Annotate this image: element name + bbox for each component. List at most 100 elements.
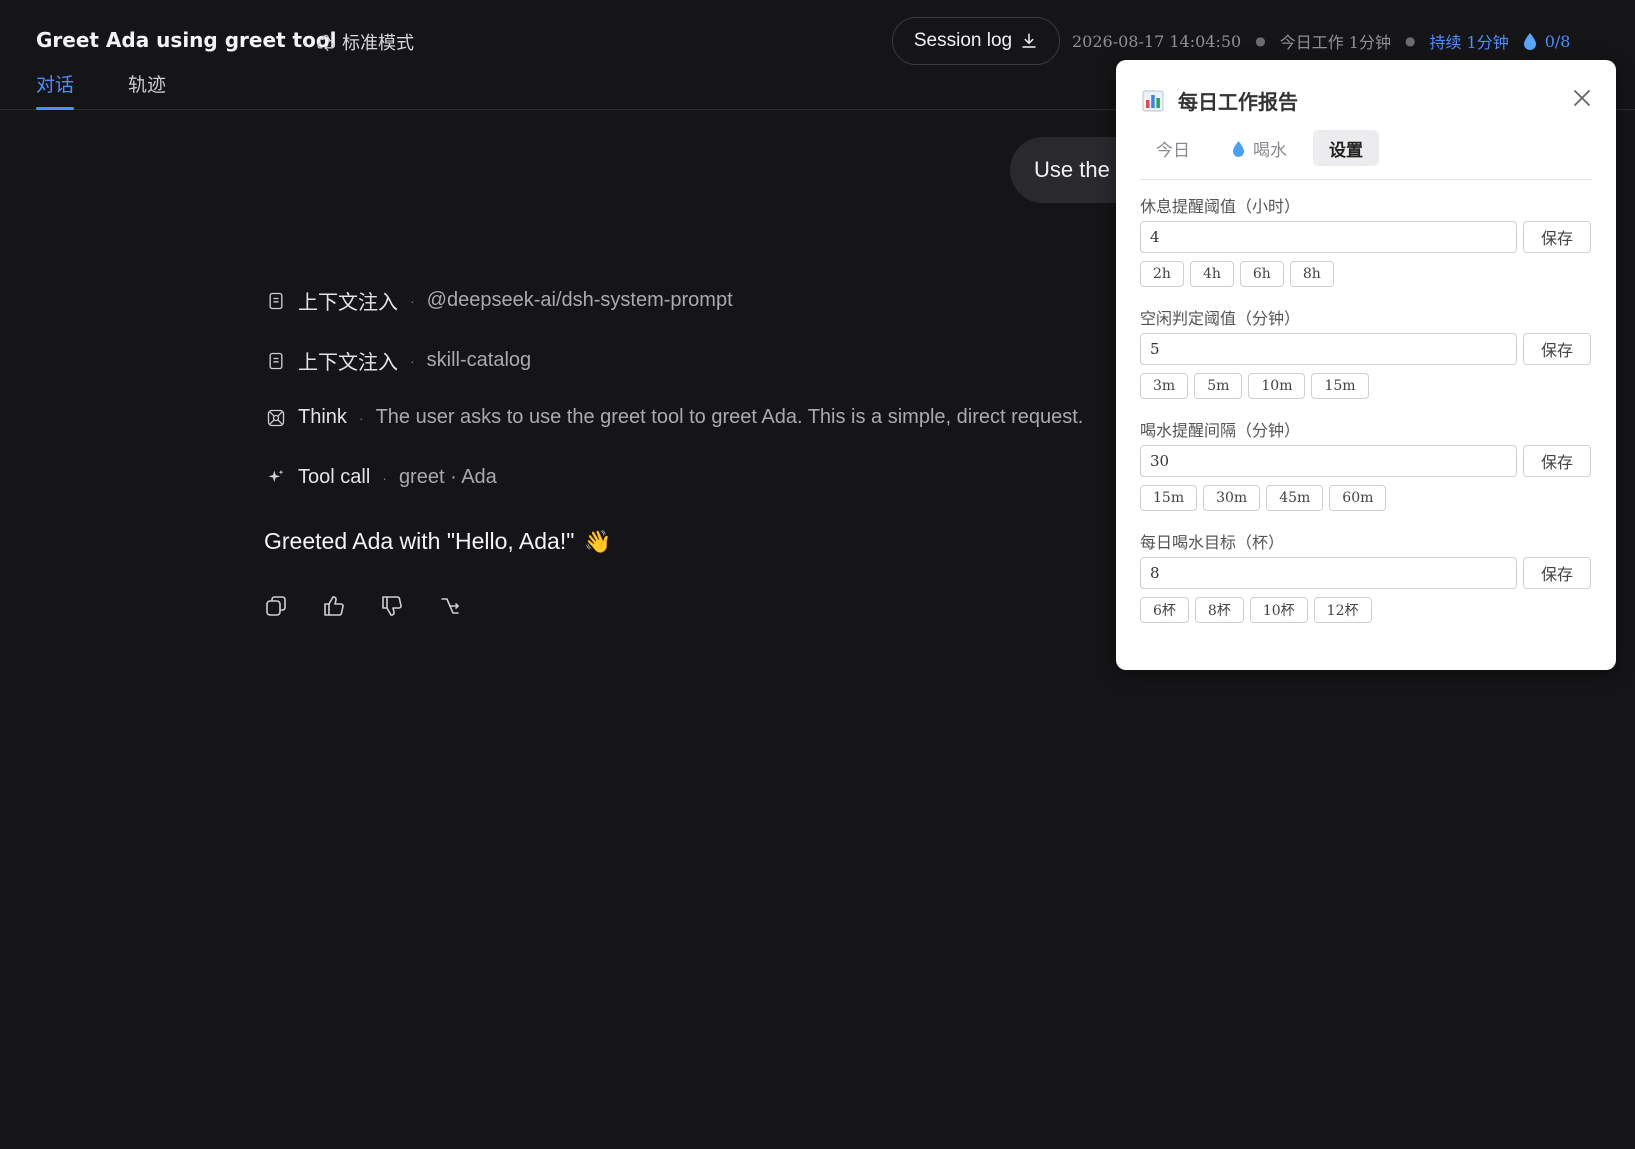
- trace-label: 上下文注入: [298, 292, 398, 314]
- document-icon: [269, 352, 283, 369]
- water-counter[interactable]: 0/8: [1523, 31, 1571, 51]
- trace-separator: ·: [382, 469, 387, 486]
- setting-label: 每日喝水目标（杯）: [1140, 533, 1285, 552]
- tab-trace[interactable]: 轨迹: [128, 70, 166, 109]
- trace-label: Think: [298, 406, 347, 428]
- separator-dot: ●: [1255, 34, 1266, 48]
- trace-label: Tool call: [298, 466, 371, 488]
- trace-item-think[interactable]: Think · The user asks to use the greet t…: [266, 406, 1083, 429]
- trace-label: 上下文注入: [298, 352, 398, 374]
- save-button[interactable]: 保存: [1523, 333, 1591, 365]
- setting-row: 保存: [1140, 221, 1592, 253]
- tab-label: 设置: [1329, 140, 1363, 161]
- trace-value: greet · Ada: [398, 466, 497, 488]
- trace-item-context-2[interactable]: 上下文注入 · skill-catalog: [266, 346, 531, 375]
- setting-water-goal: 每日喝水目标（杯） 保存 6杯 8杯 10杯 12杯: [1140, 529, 1592, 623]
- preset-chip[interactable]: 4h: [1189, 261, 1234, 287]
- save-button[interactable]: 保存: [1523, 445, 1591, 477]
- document-icon: [269, 292, 283, 309]
- download-icon: [1022, 33, 1036, 48]
- preset-chip[interactable]: 12杯: [1313, 597, 1372, 623]
- preset-chip[interactable]: 15m: [1140, 485, 1198, 511]
- water-interval-input[interactable]: [1140, 445, 1517, 477]
- session-log-label: Session log: [913, 30, 1013, 51]
- preset-chip[interactable]: 6h: [1239, 261, 1284, 287]
- preset-chips: 2h 4h 6h 8h: [1140, 261, 1592, 287]
- preset-chips: 15m 30m 45m 60m: [1140, 485, 1592, 511]
- trace-value: @deepseek-ai/dsh-system-prompt: [426, 289, 733, 311]
- duration: 持续 1分钟: [1429, 33, 1509, 52]
- mode-label: 标准模式: [342, 33, 414, 54]
- tab-label: 今日: [1156, 140, 1190, 161]
- water-drop-icon: [1232, 140, 1245, 157]
- message-actions: [264, 594, 462, 618]
- setting-label: 休息提醒阈值（小时）: [1140, 197, 1301, 216]
- preset-chip[interactable]: 3m: [1140, 373, 1189, 399]
- think-icon: [267, 409, 285, 426]
- preset-chips: 3m 5m 10m 15m: [1140, 373, 1592, 399]
- save-button[interactable]: 保存: [1523, 557, 1591, 589]
- thumbs-up-icon[interactable]: [322, 594, 346, 618]
- water-goal-input[interactable]: [1140, 557, 1517, 589]
- setting-water-interval: 喝水提醒间隔（分钟） 保存 15m 30m 45m 60m: [1140, 417, 1592, 511]
- timestamp: 2026-08-17 14:04:50: [1072, 31, 1242, 51]
- idle-threshold-input[interactable]: [1140, 333, 1517, 365]
- tab-chat[interactable]: 对话: [36, 70, 75, 110]
- trace-value: skill-catalog: [426, 349, 532, 371]
- setting-row: 保存: [1140, 445, 1592, 477]
- waving-hand-icon: 👋: [584, 528, 612, 554]
- preset-chip[interactable]: 8杯: [1194, 597, 1244, 623]
- tab-settings[interactable]: 设置: [1313, 130, 1379, 166]
- panel-tabs: 今日 喝水 设置: [1140, 130, 1592, 180]
- preset-chip[interactable]: 2h: [1140, 261, 1184, 287]
- preset-chip[interactable]: 10m: [1248, 373, 1306, 399]
- setting-row: 保存: [1140, 333, 1592, 365]
- assistant-answer: Greeted Ada with "Hello, Ada!" 👋: [264, 528, 612, 555]
- status-bar: 2026-08-17 14:04:50 ● 今日工作 1分钟 ● 持续 1分钟 …: [1072, 29, 1570, 53]
- bar-chart-icon: [1142, 90, 1164, 111]
- setting-idle-threshold: 空闲判定阈值（分钟） 保存 3m 5m 10m 15m: [1140, 305, 1592, 399]
- preset-chip[interactable]: 6杯: [1140, 597, 1189, 623]
- preset-chip[interactable]: 8h: [1289, 261, 1334, 287]
- preset-chip[interactable]: 10杯: [1249, 597, 1308, 623]
- setting-label: 空闲判定阈值（分钟）: [1140, 309, 1301, 328]
- trace-separator: ·: [410, 352, 415, 369]
- panel-header: 每日工作报告: [1142, 86, 1298, 115]
- preset-chip[interactable]: 5m: [1194, 373, 1243, 399]
- page-title: Greet Ada using greet tool: [36, 28, 337, 52]
- rest-threshold-input[interactable]: [1140, 221, 1517, 253]
- setting-rest-reminder: 休息提醒阈值（小时） 保存 2h 4h 6h 8h: [1140, 193, 1592, 287]
- panel-title: 每日工作报告: [1178, 90, 1298, 114]
- preset-chip[interactable]: 60m: [1329, 485, 1387, 511]
- trace-item-context-1[interactable]: 上下文注入 · @deepseek-ai/dsh-system-prompt: [266, 286, 733, 315]
- trace-separator: ·: [358, 409, 364, 426]
- daily-report-panel: 每日工作报告 今日 喝水 设置 休息提醒阈值（小时） 保存 2h 4h 6h 8…: [1116, 60, 1616, 670]
- preset-chips: 6杯 8杯 10杯 12杯: [1140, 597, 1592, 623]
- trace-value: The user asks to use the greet tool to g…: [375, 406, 1084, 428]
- trace-separator: ·: [410, 292, 415, 309]
- session-log-button[interactable]: Session log: [892, 17, 1060, 65]
- preset-chip[interactable]: 45m: [1266, 485, 1324, 511]
- tab-label: 喝水: [1253, 140, 1287, 161]
- mode-indicator[interactable]: 标准模式: [316, 29, 414, 55]
- answer-text: Greeted Ada with "Hello, Ada!": [264, 528, 575, 554]
- tab-today[interactable]: 今日: [1140, 130, 1206, 166]
- recycle-icon: [317, 34, 335, 51]
- copy-icon[interactable]: [264, 594, 288, 618]
- sparkle-icon: [268, 469, 284, 482]
- tab-water[interactable]: 喝水: [1216, 130, 1303, 166]
- save-button[interactable]: 保存: [1523, 221, 1591, 253]
- close-icon[interactable]: [1570, 86, 1594, 110]
- water-count: 0/8: [1544, 31, 1571, 51]
- setting-row: 保存: [1140, 557, 1592, 589]
- main-tabs: 对话 轨迹: [36, 70, 166, 110]
- preset-chip[interactable]: 15m: [1311, 373, 1369, 399]
- setting-label: 喝水提醒间隔（分钟）: [1140, 421, 1301, 440]
- trace-item-tool-call[interactable]: Tool call · greet · Ada: [266, 466, 497, 489]
- branch-icon[interactable]: [438, 594, 462, 618]
- water-drop-icon: [1523, 33, 1536, 50]
- work-today: 今日工作 1分钟: [1279, 33, 1391, 52]
- preset-chip[interactable]: 30m: [1203, 485, 1261, 511]
- separator-dot: ●: [1404, 34, 1416, 48]
- thumbs-down-icon[interactable]: [380, 594, 404, 618]
